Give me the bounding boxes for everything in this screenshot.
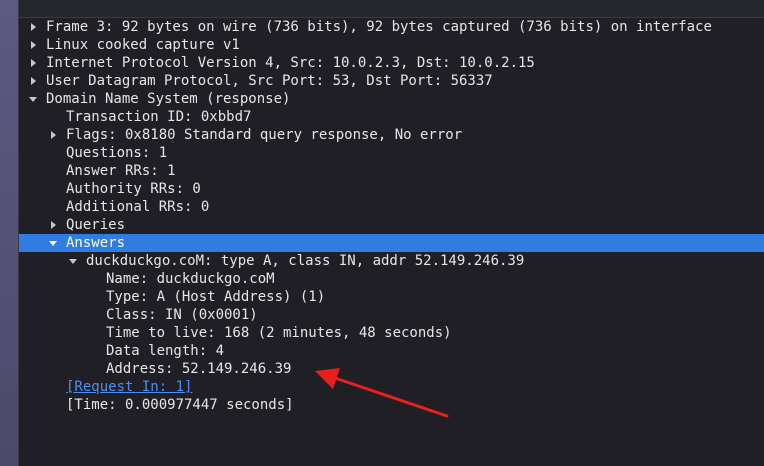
collapse-triangle-icon[interactable]: [48, 234, 58, 252]
tree-item-ipv4[interactable]: Internet Protocol Version 4, Src: 10.0.2…: [19, 54, 764, 72]
tree-item-answer-rrs[interactable]: Answer RRs: 1: [19, 162, 764, 180]
tree-item-class[interactable]: Class: IN (0x0001): [19, 306, 764, 324]
tree-item-frame[interactable]: Frame 3: 92 bytes on wire (736 bits), 92…: [19, 18, 764, 36]
tree-item-label: Class: IN (0x0001): [106, 307, 258, 323]
request-in-link[interactable]: [Request In: 1]: [66, 378, 192, 396]
tree-item-name[interactable]: Name: duckduckgo.coM: [19, 270, 764, 288]
tree-item-answer-record[interactable]: duckduckgo.coM: type A, class IN, addr 5…: [19, 252, 764, 270]
tree-item-label: Domain Name System (response): [46, 91, 291, 107]
tree-item-label: Data length: 4: [106, 343, 225, 359]
tree-item-data-length[interactable]: Data length: 4: [19, 342, 764, 360]
tree-item-authority-rrs[interactable]: Authority RRs: 0: [19, 180, 764, 198]
tree-item-label: Authority RRs: 0: [66, 181, 201, 197]
tree-item-label: Answers: [66, 235, 126, 251]
tree-item-flags[interactable]: Flags: 0x8180 Standard query response, N…: [19, 126, 764, 144]
expand-triangle-icon[interactable]: [28, 18, 38, 36]
tree-item-label: Name: duckduckgo.coM: [106, 271, 275, 287]
tree-item-label: duckduckgo.coM: type A, class IN, addr 5…: [86, 253, 525, 269]
tree-item-label: User Datagram Protocol, Src Port: 53, Ds…: [46, 73, 493, 89]
tree-item-answers[interactable]: Answers: [19, 234, 764, 252]
tree-item-label: Flags: 0x8180 Standard query response, N…: [66, 127, 463, 143]
tree-item-address[interactable]: Address: 52.149.246.39: [19, 360, 764, 378]
tree-item-label: Additional RRs: 0: [66, 199, 210, 215]
tree-item-label: Time to live: 168 (2 minutes, 48 seconds…: [106, 325, 452, 341]
tree-item-label: Linux cooked capture v1: [46, 37, 240, 53]
tree-item-label: Answer RRs: 1: [66, 163, 176, 179]
packet-details-pane[interactable]: Frame 3: 92 bytes on wire (736 bits), 92…: [18, 0, 764, 466]
expand-triangle-icon[interactable]: [48, 216, 58, 234]
expand-triangle-icon[interactable]: [28, 54, 38, 72]
expand-triangle-icon[interactable]: [48, 126, 58, 144]
tree-item-ttl[interactable]: Time to live: 168 (2 minutes, 48 seconds…: [19, 324, 764, 342]
tree-item-label: Frame 3: 92 bytes on wire (736 bits), 92…: [46, 19, 712, 35]
pane-header-strip: [19, 0, 764, 18]
tree-item-transaction-id[interactable]: Transaction ID: 0xbbd7: [19, 108, 764, 126]
tree-item-questions[interactable]: Questions: 1: [19, 144, 764, 162]
packet-tree: Frame 3: 92 bytes on wire (736 bits), 92…: [19, 18, 764, 414]
tree-item-additional-rrs[interactable]: Additional RRs: 0: [19, 198, 764, 216]
tree-item-dns[interactable]: Domain Name System (response): [19, 90, 764, 108]
tree-item-queries[interactable]: Queries: [19, 216, 764, 234]
expand-triangle-icon[interactable]: [28, 72, 38, 90]
tree-item-label: Address: 52.149.246.39: [106, 361, 292, 377]
expand-triangle-icon[interactable]: [28, 36, 38, 54]
tree-item-udp[interactable]: User Datagram Protocol, Src Port: 53, Ds…: [19, 72, 764, 90]
desktop-edge: [0, 0, 18, 466]
tree-item-label: Internet Protocol Version 4, Src: 10.0.2…: [46, 55, 535, 71]
collapse-triangle-icon[interactable]: [68, 252, 78, 270]
collapse-triangle-icon[interactable]: [28, 90, 38, 108]
tree-item-request-in[interactable]: [Request In: 1]: [19, 378, 764, 396]
tree-item-label: Type: A (Host Address) (1): [106, 289, 326, 305]
tree-item-type[interactable]: Type: A (Host Address) (1): [19, 288, 764, 306]
tree-item-label: [Time: 0.000977447 seconds]: [66, 397, 294, 413]
tree-item-label: Questions: 1: [66, 145, 168, 161]
tree-item-label: Queries: [66, 217, 126, 233]
tree-item-label: Transaction ID: 0xbbd7: [66, 109, 252, 125]
tree-item-time[interactable]: [Time: 0.000977447 seconds]: [19, 396, 764, 414]
tree-item-linux-cooked-capture[interactable]: Linux cooked capture v1: [19, 36, 764, 54]
